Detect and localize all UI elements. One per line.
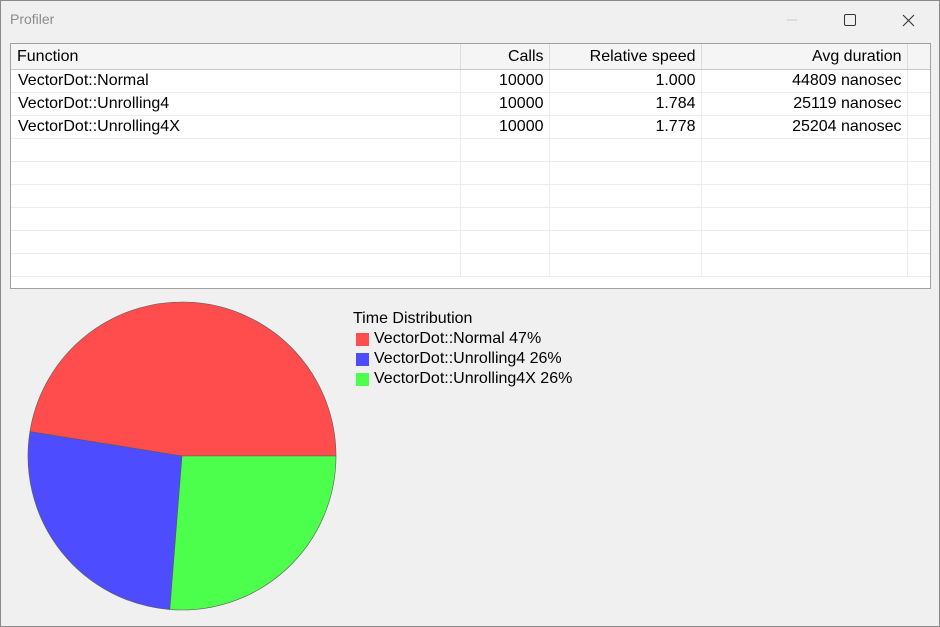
pie-slice-vectordot-normal <box>29 301 337 457</box>
cell-filler <box>907 115 930 139</box>
legend-label: VectorDot::Normal 47% <box>374 330 542 347</box>
column-header-filler <box>907 44 930 70</box>
legend-item: VectorDot::Unrolling4X 26% <box>353 369 572 389</box>
pie-slice-vectordot-unrolling4 <box>27 431 183 610</box>
cell-avg-duration <box>701 253 908 277</box>
empty-table-row <box>11 161 930 185</box>
cell-function: VectorDot::Unrolling4 <box>11 92 461 116</box>
cell-avg-duration <box>701 207 908 231</box>
table-header-row: Function Calls Relative speed Avg durati… <box>11 44 930 70</box>
cell-function <box>11 207 461 231</box>
close-button[interactable] <box>879 1 937 39</box>
cell-function <box>11 184 461 208</box>
time-distribution-pie-chart <box>27 301 337 611</box>
cell-avg-duration <box>701 161 908 185</box>
cell-avg-duration: 44809 nanosec <box>701 69 908 93</box>
empty-table-row <box>11 138 930 162</box>
cell-calls <box>460 161 550 185</box>
cell-relative-speed <box>549 138 702 162</box>
cell-function: VectorDot::Unrolling4X <box>11 115 461 139</box>
chart-legend: Time Distribution VectorDot::Normal 47%V… <box>353 309 572 389</box>
legend-item: VectorDot::Unrolling4 26% <box>353 349 572 369</box>
minimize-icon <box>787 19 797 21</box>
cell-calls <box>460 207 550 231</box>
cell-calls <box>460 253 550 277</box>
table-row[interactable]: VectorDot::Normal 10000 1.000 44809 nanosec <box>11 69 930 93</box>
cell-calls <box>460 230 550 254</box>
cell-relative-speed: 1.000 <box>549 69 702 93</box>
cell-avg-duration <box>701 184 908 208</box>
cell-avg-duration: 25204 nanosec <box>701 115 908 139</box>
empty-table-row <box>11 184 930 208</box>
chart-title: Time Distribution <box>353 310 473 327</box>
legend-swatch <box>356 352 369 366</box>
cell-relative-speed <box>549 230 702 254</box>
cell-function <box>11 138 461 162</box>
empty-table-row <box>11 253 930 277</box>
cell-calls: 10000 <box>460 69 550 93</box>
cell-filler <box>907 69 930 93</box>
cell-relative-speed <box>549 207 702 231</box>
legend-swatch <box>356 332 369 346</box>
legend-item: VectorDot::Normal 47% <box>353 329 572 349</box>
cell-filler <box>907 92 930 116</box>
column-header-avg-duration[interactable]: Avg duration <box>701 44 908 70</box>
cell-relative-speed <box>549 161 702 185</box>
legend-swatch <box>356 372 369 386</box>
cell-calls: 10000 <box>460 115 550 139</box>
cell-relative-speed <box>549 253 702 277</box>
cell-calls <box>460 184 550 208</box>
minimize-button[interactable] <box>763 1 821 39</box>
maximize-button[interactable] <box>821 1 879 39</box>
cell-function <box>11 230 461 254</box>
cell-filler <box>907 207 930 231</box>
cell-calls: 10000 <box>460 92 550 116</box>
cell-calls <box>460 138 550 162</box>
cell-avg-duration <box>701 138 908 162</box>
cell-function: VectorDot::Normal <box>11 69 461 93</box>
cell-function <box>11 253 461 277</box>
cell-relative-speed <box>549 184 702 208</box>
cell-function <box>11 161 461 185</box>
cell-filler <box>907 184 930 208</box>
cell-filler <box>907 253 930 277</box>
column-header-relative-speed[interactable]: Relative speed <box>549 44 702 70</box>
cell-filler <box>907 161 930 185</box>
pie-slice-vectordot-unrolling4x <box>169 455 337 611</box>
table-row[interactable]: VectorDot::Unrolling4X 10000 1.778 25204 na… <box>11 115 930 139</box>
cell-avg-duration <box>701 230 908 254</box>
close-icon <box>902 14 914 26</box>
cell-relative-speed: 1.784 <box>549 92 702 116</box>
profiler-grid: Function Calls Relative speed Avg durati… <box>11 44 930 277</box>
column-header-function[interactable]: Function <box>11 44 461 70</box>
cell-filler <box>907 138 930 162</box>
column-header-calls[interactable]: Calls <box>460 44 550 70</box>
profiler-window: Profiler Function Calls Relative speed A… <box>0 0 940 627</box>
cell-relative-speed: 1.778 <box>549 115 702 139</box>
title-bar[interactable]: Profiler <box>1 1 939 39</box>
cell-avg-duration: 25119 nanosec <box>701 92 908 116</box>
legend-label: VectorDot::Unrolling4X 26% <box>374 370 573 387</box>
empty-table-row <box>11 230 930 254</box>
table-row[interactable]: VectorDot::Unrolling4 10000 1.784 25119 nan… <box>11 92 930 116</box>
empty-table-row <box>11 207 930 231</box>
legend-label: VectorDot::Unrolling4 26% <box>374 350 562 367</box>
cell-filler <box>907 230 930 254</box>
profiler-table[interactable]: Function Calls Relative speed Avg durati… <box>10 43 931 289</box>
window-title: Profiler <box>10 11 55 27</box>
maximize-icon <box>844 14 856 26</box>
